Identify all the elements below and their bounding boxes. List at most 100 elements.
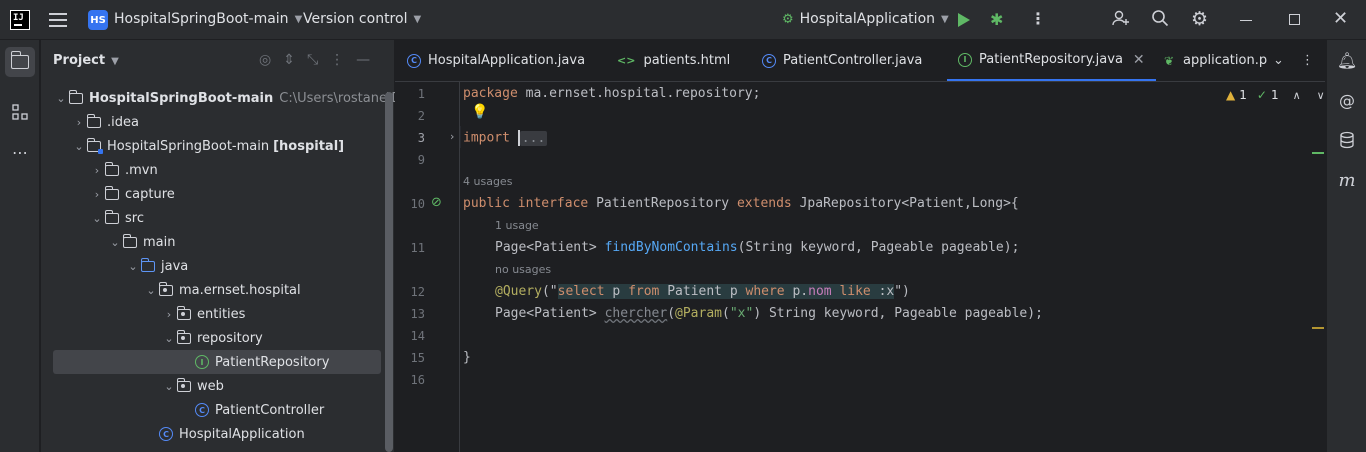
tab-patientrepository[interactable]: I PatientRepository.java ✕: [947, 40, 1156, 81]
chevron-down-icon[interactable]: ⌄: [125, 260, 141, 273]
locate-icon[interactable]: ◎: [259, 52, 271, 68]
tree-item[interactable]: ⌄ main: [53, 230, 381, 254]
folded-imports[interactable]: ...: [519, 130, 548, 146]
project-scrollbar[interactable]: [385, 92, 393, 452]
maven-icon[interactable]: m: [1335, 168, 1359, 192]
project-tool-icon[interactable]: [5, 47, 35, 77]
tree-item-label: .idea: [107, 114, 139, 130]
options-icon[interactable]: ⋮: [330, 52, 344, 68]
chevron-down-icon[interactable]: ⌄: [53, 92, 69, 105]
chevron-up-icon[interactable]: ∧: [1293, 89, 1301, 102]
tab-application-properties[interactable]: ❦ application.p: [1162, 40, 1267, 81]
right-tool-strip: 🔔︎ @ m: [1326, 40, 1366, 452]
chevron-right-icon[interactable]: ›: [89, 188, 105, 201]
code-editor[interactable]: package ma.ernset.hospital.repository; 💡…: [461, 82, 1325, 452]
fold-expand-icon[interactable]: ›: [450, 130, 454, 143]
notifications-icon[interactable]: 🔔︎: [1335, 48, 1359, 72]
tree-item[interactable]: ⌄ HospitalSpringBoot-main C:\Users\rostane…: [53, 86, 424, 110]
project-view-selector[interactable]: Project ▼: [53, 53, 119, 68]
chevron-down-icon[interactable]: ⌄: [89, 212, 105, 225]
tree-item[interactable]: › capture: [53, 182, 381, 206]
check-icon: ✓: [1256, 88, 1267, 102]
gear-icon[interactable]: ⚙: [1191, 8, 1208, 30]
code-line-11: Page<Patient> findByNomContains(String k…: [495, 240, 1019, 255]
tab-label: patients.html: [643, 53, 731, 68]
tree-item-label: .mvn: [125, 162, 158, 178]
run-icon[interactable]: [958, 10, 974, 30]
warning-icon: ▲: [1226, 88, 1236, 102]
tree-item[interactable]: C PatientController: [53, 398, 381, 422]
string-literal: "x": [729, 306, 754, 321]
project-selector[interactable]: HospitalSpringBoot-main ▼: [114, 11, 302, 27]
chevron-down-icon[interactable]: ∨: [1317, 89, 1325, 102]
database-icon[interactable]: [1335, 128, 1359, 152]
debug-icon[interactable]: ✱: [990, 10, 1003, 29]
tree-item[interactable]: C HospitalApplication: [53, 422, 381, 446]
tree-item[interactable]: › .mvn: [53, 158, 381, 182]
usages-hint[interactable]: 4 usages: [463, 175, 512, 188]
more-actions-icon[interactable]: ⋮: [1030, 9, 1046, 28]
line-number: 12: [410, 285, 425, 299]
tab-label: PatientController.java: [783, 53, 923, 68]
folder-icon: [122, 233, 137, 248]
chevron-down-icon[interactable]: ⌄: [161, 380, 177, 393]
html-icon: <>: [617, 54, 636, 67]
minimize-icon[interactable]: [1240, 10, 1252, 30]
main-menu-icon[interactable]: [49, 11, 67, 29]
run-config-selector[interactable]: ⚙ HospitalApplication ▼: [782, 11, 949, 27]
tree-item[interactable]: › entities: [53, 302, 381, 326]
app-logo: IJ: [10, 10, 30, 30]
tree-item[interactable]: ⌄ ma.ernset.hospital: [53, 278, 381, 302]
tabs-dropdown-icon[interactable]: ⌄: [1273, 53, 1284, 68]
spring-bean-icon[interactable]: ⊘: [431, 195, 442, 210]
tab-options-icon[interactable]: ⋮: [1301, 53, 1314, 68]
class-icon: C: [159, 427, 173, 441]
tree-item[interactable]: I PatientRepository: [53, 350, 381, 374]
chevron-right-icon[interactable]: ›: [89, 164, 105, 177]
chevron-right-icon[interactable]: ›: [161, 308, 177, 321]
vcs-menu[interactable]: Version control ▼: [303, 11, 421, 27]
structure-tool-icon[interactable]: [5, 97, 35, 127]
inspection-widget[interactable]: ▲ 1 ✓ 1 ∧ ∨: [1226, 88, 1325, 102]
tab-patients-html[interactable]: <> patients.html: [617, 40, 730, 81]
usages-hint[interactable]: no usages: [495, 263, 551, 276]
sql-keyword: like: [839, 284, 871, 299]
chevron-down-icon[interactable]: ⌄: [143, 284, 159, 297]
chevron-down-icon[interactable]: ⌄: [161, 332, 177, 345]
ai-assistant-icon[interactable]: @: [1335, 88, 1359, 112]
project-badge[interactable]: HS: [88, 10, 108, 30]
tree-item-label: HospitalApplication: [179, 426, 305, 442]
tree-item-label: main: [143, 234, 176, 250]
tab-hospitalapplication[interactable]: C HospitalApplication.java: [407, 40, 585, 81]
maximize-icon[interactable]: [1289, 14, 1300, 25]
tree-item[interactable]: ⌄ java: [53, 254, 381, 278]
collapse-all-icon[interactable]: ⤡: [307, 52, 318, 68]
add-user-icon[interactable]: [1112, 9, 1130, 27]
tree-item[interactable]: ⌄ HospitalSpringBoot-main [hospital]: [53, 134, 381, 158]
usages-hint[interactable]: 1 usage: [495, 219, 539, 232]
more-tools-icon[interactable]: ⋯: [5, 137, 35, 167]
close-tab-icon[interactable]: ✕: [1133, 52, 1145, 68]
package-icon: [176, 305, 191, 320]
warning-count: 1: [1239, 88, 1247, 102]
tree-item[interactable]: ⌄ repository: [53, 326, 381, 350]
chevron-down-icon[interactable]: ⌄: [71, 140, 87, 153]
editor-gutter: 1 2 3 › 9 10 ⊘ 11 12 13 14 15 16: [395, 82, 460, 452]
tree-item[interactable]: ⌄ src: [53, 206, 381, 230]
chevron-down-icon[interactable]: ⌄: [107, 236, 123, 249]
search-icon[interactable]: [1151, 9, 1169, 27]
class-icon: C: [762, 53, 776, 68]
expand-all-icon[interactable]: ⇕: [283, 52, 295, 68]
sql-param: :x: [878, 284, 895, 299]
lightbulb-icon[interactable]: 💡: [471, 104, 488, 120]
folder-icon: [104, 161, 119, 176]
tree-item[interactable]: › .idea: [53, 110, 381, 134]
punct: "): [894, 284, 910, 299]
left-tool-strip: ⋯: [0, 40, 40, 452]
tree-item-label: capture: [125, 186, 175, 202]
hide-icon[interactable]: —: [356, 52, 370, 68]
tree-item[interactable]: ⌄ web: [53, 374, 381, 398]
chevron-right-icon[interactable]: ›: [71, 116, 87, 129]
close-icon[interactable]: ✕: [1333, 8, 1348, 29]
tab-patientcontroller[interactable]: C PatientController.java: [762, 40, 922, 81]
